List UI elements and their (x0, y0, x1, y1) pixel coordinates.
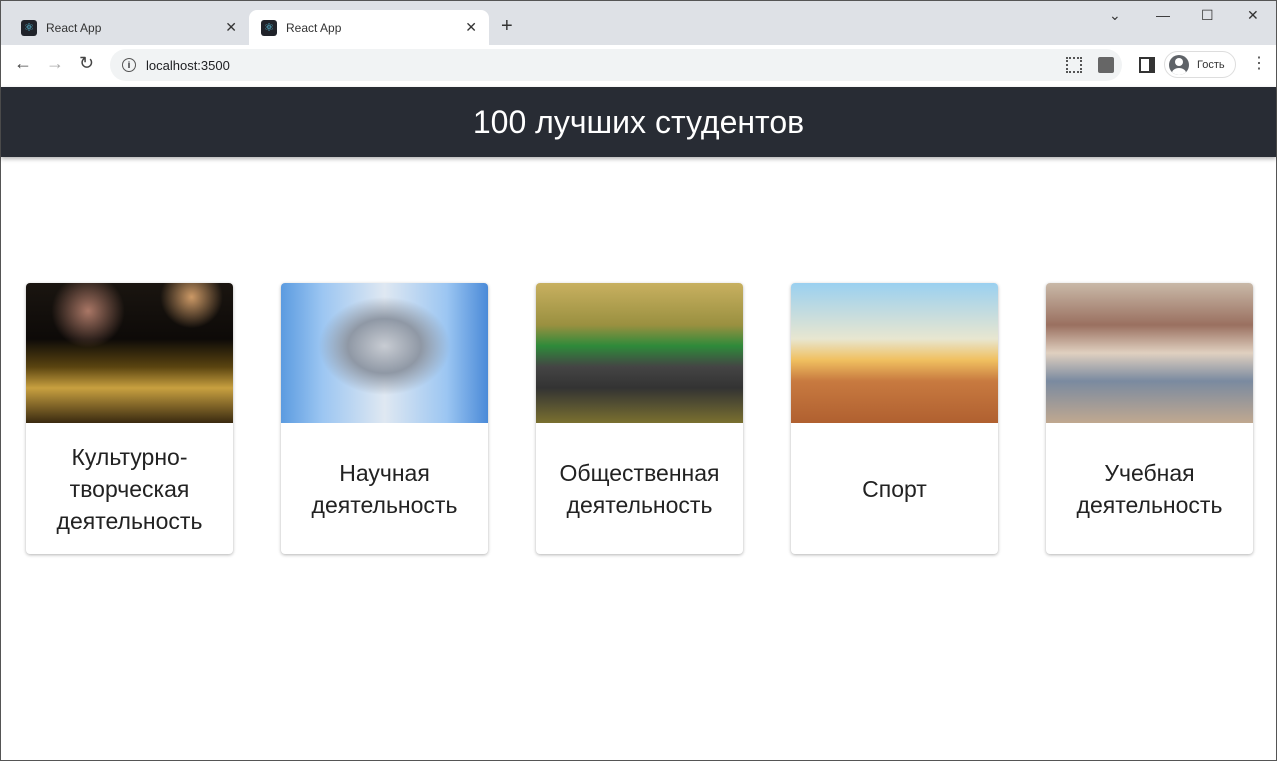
back-icon[interactable]: ← (14, 53, 32, 74)
card-title: Научная деятельность (311, 459, 458, 518)
close-tab-icon[interactable]: ✕ (225, 19, 237, 36)
minimize-button[interactable]: — (1156, 7, 1170, 23)
page-header: 100 лучших студентов (1, 87, 1276, 157)
card-image (791, 283, 998, 423)
card-image (26, 283, 233, 423)
card-title: Культурно-творческая деятельность (56, 443, 203, 534)
card-sport[interactable]: Спорт (791, 283, 998, 554)
card-science[interactable]: Научная деятельность (281, 283, 488, 554)
tab-search-icon[interactable]: ⌄ (1109, 7, 1121, 24)
menu-icon[interactable]: ⋮ (1251, 53, 1267, 73)
card-image (281, 283, 488, 423)
new-tab-button[interactable]: + (501, 15, 513, 38)
card-social[interactable]: Общественная деятельность (536, 283, 743, 554)
react-icon: ⚛ (21, 19, 37, 36)
tab-strip: ⚛ React App ✕ ⚛ React App ✕ + ⌄ — ☐ ✕ (1, 1, 1276, 45)
forward-icon[interactable]: → (46, 53, 64, 74)
close-tab-icon[interactable]: ✕ (465, 19, 477, 36)
side-panel-icon[interactable] (1139, 57, 1155, 73)
card-culture[interactable]: Культурно-творческая деятельность (26, 283, 233, 554)
react-icon: ⚛ (261, 19, 277, 36)
tab-1[interactable]: ⚛ React App ✕ (9, 10, 249, 45)
card-image (1046, 283, 1253, 423)
card-title: Учебная деятельность (1076, 459, 1223, 518)
profile-label: Гость (1197, 58, 1225, 71)
avatar (1169, 54, 1189, 75)
card-title: Общественная деятельность (559, 459, 720, 518)
card-title: Спорт (862, 475, 927, 502)
reload-icon[interactable]: ↻ (79, 53, 94, 74)
qr-code-icon[interactable] (1066, 57, 1082, 73)
category-cards: Культурно-творческая деятельность Научна… (26, 283, 1253, 554)
close-window-button[interactable]: ✕ (1247, 7, 1259, 24)
address-bar[interactable]: i localhost:3500 (110, 49, 1122, 81)
card-study[interactable]: Учебная деятельность (1046, 283, 1253, 554)
card-image (536, 283, 743, 423)
url-text: localhost:3500 (146, 57, 230, 73)
tab-label: React App (46, 20, 102, 35)
profile-button[interactable]: Гость (1164, 51, 1236, 78)
maximize-button[interactable]: ☐ (1201, 7, 1214, 24)
page-title: 100 лучших студентов (472, 103, 805, 140)
translate-icon[interactable] (1098, 57, 1114, 73)
tab-label: React App (286, 20, 342, 35)
tab-2[interactable]: ⚛ React App ✕ (249, 10, 489, 45)
info-icon[interactable]: i (122, 58, 136, 72)
